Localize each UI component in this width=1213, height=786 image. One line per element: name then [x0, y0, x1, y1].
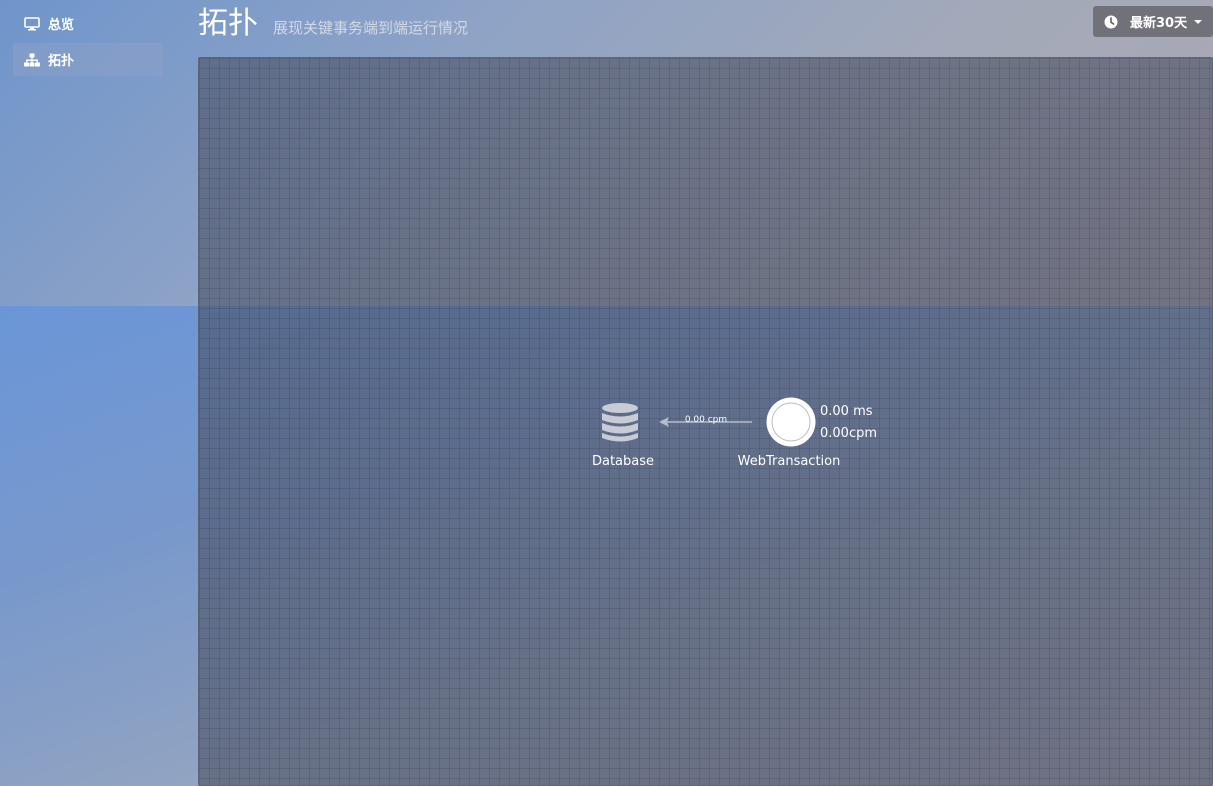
sidebar-item-topology[interactable]: 拓扑	[13, 43, 163, 76]
sitemap-icon	[24, 53, 40, 67]
webtransaction-label: WebTransaction	[738, 454, 841, 469]
edge-label: 0.00 cpm	[685, 415, 727, 425]
edge-web-to-database[interactable]: 0.00 cpm	[659, 415, 752, 427]
response-time-value: 0.00 ms	[820, 404, 873, 419]
topology-canvas[interactable]: Database 0.00 cpm 0.00 ms 0.00cpm WebTra…	[198, 57, 1213, 786]
monitor-icon	[24, 16, 40, 31]
page-title: 拓扑	[198, 6, 258, 41]
database-node[interactable]: Database	[592, 403, 654, 469]
throughput-value: 0.00cpm	[820, 426, 877, 441]
database-label: Database	[592, 454, 654, 469]
clock-icon	[1104, 15, 1118, 29]
page-subtitle: 展现关键事务端到端运行情况	[273, 19, 469, 37]
topology-graph: Database 0.00 cpm 0.00 ms 0.00cpm WebTra…	[592, 397, 877, 470]
sidebar: 总览 拓扑	[0, 0, 198, 786]
webtransaction-node[interactable]: 0.00 ms 0.00cpm WebTransaction	[738, 397, 877, 470]
time-range-label: 最新30天	[1130, 16, 1188, 31]
database-icon	[602, 403, 638, 442]
time-range-dropdown[interactable]: 最新30天	[1093, 6, 1213, 37]
sidebar-item-label: 拓扑	[48, 54, 75, 69]
sidebar-item-label: 总览	[48, 18, 75, 33]
circle-node-icon	[766, 397, 816, 447]
chevron-down-icon	[1194, 19, 1203, 24]
sidebar-item-overview[interactable]: 总览	[13, 7, 163, 40]
